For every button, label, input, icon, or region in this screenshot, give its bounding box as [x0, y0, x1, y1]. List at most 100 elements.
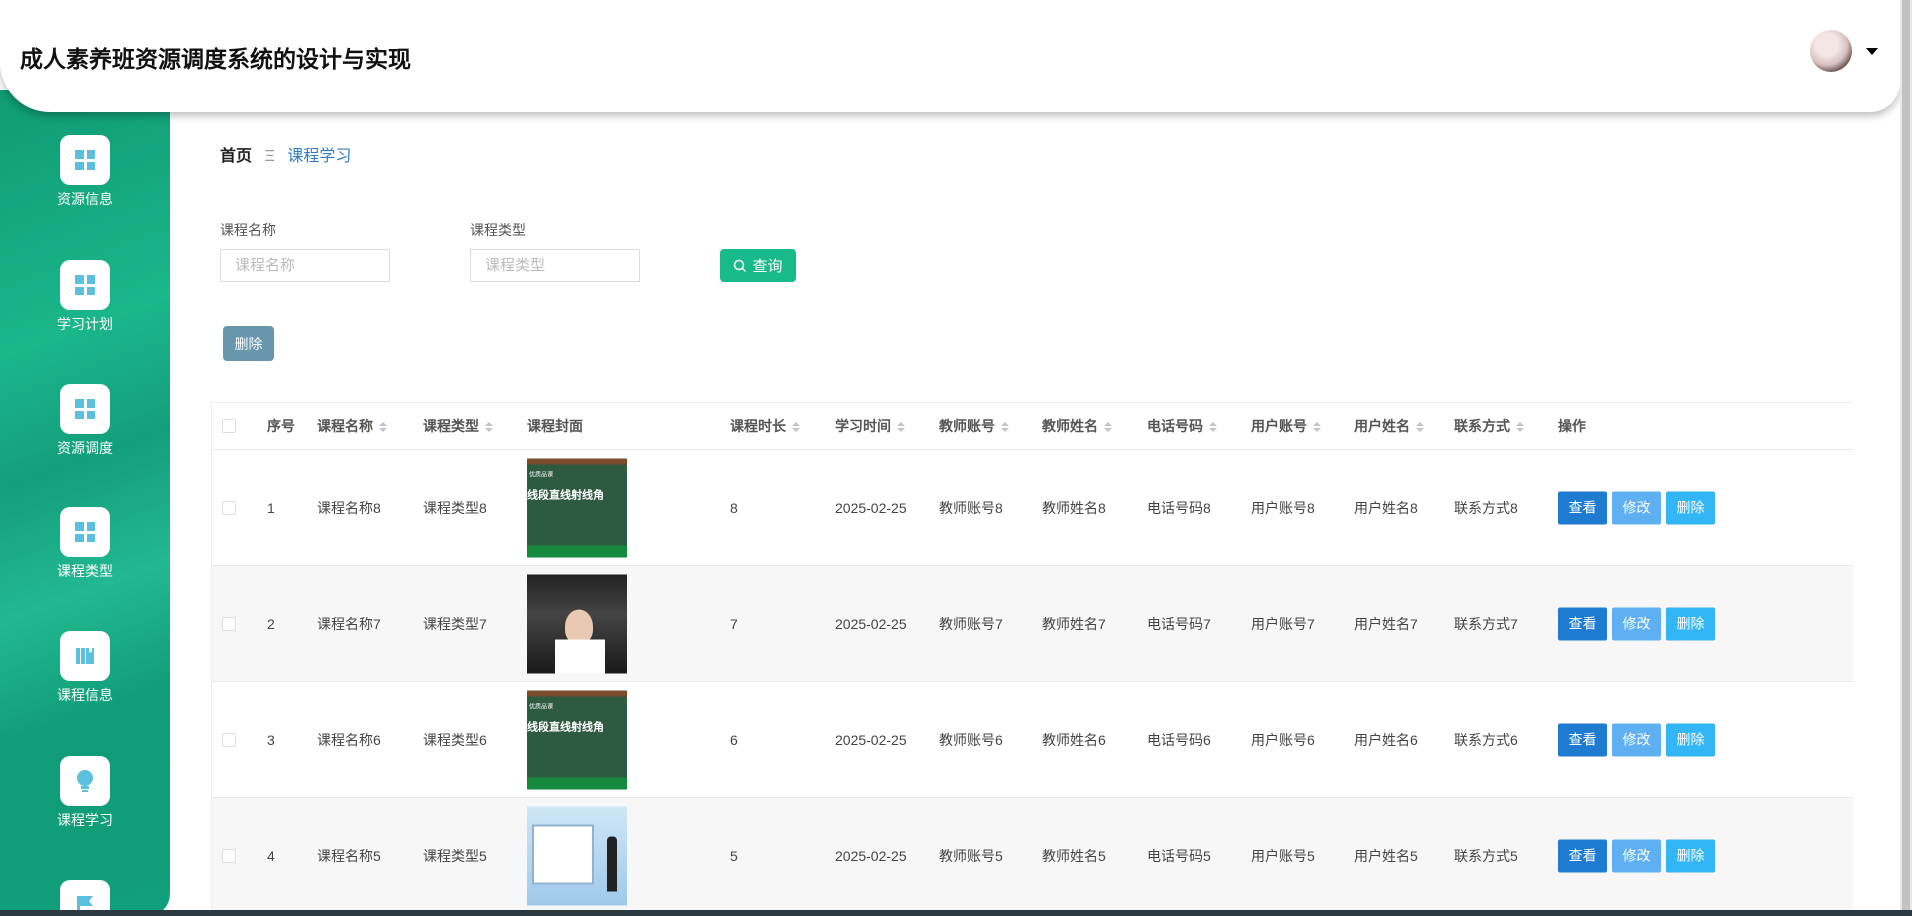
sidebar-item-4[interactable]: 课程信息 — [0, 631, 170, 705]
search-button[interactable]: 查询 — [720, 249, 796, 282]
delete-button[interactable]: 删除 — [1666, 607, 1715, 640]
book-icon — [60, 631, 110, 681]
column-header[interactable]: 课程时长 — [730, 416, 800, 436]
course-name-input[interactable] — [220, 249, 390, 282]
delete-button[interactable]: 删除 — [1666, 491, 1715, 524]
cell-date: 2025-02-25 — [835, 847, 907, 864]
table-row: 3 课程名称6 课程类型6 优质品课 线段直线射线角 6 2025-02-25 教师账号6 教师… — [212, 682, 1853, 798]
cell-user-acc: 用户账号6 — [1251, 731, 1315, 748]
search-icon — [734, 259, 747, 272]
cell-no: 1 — [267, 499, 275, 516]
cell-date: 2025-02-25 — [835, 499, 907, 516]
edit-button[interactable]: 修改 — [1612, 723, 1661, 756]
delete-button[interactable]: 删除 — [1666, 723, 1715, 756]
sidebar-item-2[interactable]: 资源调度 — [0, 384, 170, 458]
sort-icon[interactable] — [1516, 422, 1524, 433]
cell-user-name: 用户姓名5 — [1354, 847, 1418, 864]
cell-user-name: 用户姓名7 — [1354, 615, 1418, 632]
cell-contact: 联系方式8 — [1454, 499, 1518, 516]
row-checkbox[interactable] — [222, 848, 236, 863]
sidebar: 资源信息学习计划资源调度课程类型课程信息课程学习 — [0, 90, 170, 916]
course-name-label: 课程名称 — [220, 222, 276, 238]
cell-contact: 联系方式5 — [1454, 847, 1518, 864]
breadcrumb-current: 课程学习 — [287, 148, 352, 165]
row-checkbox[interactable] — [222, 500, 236, 515]
sidebar-item-label: 资源信息 — [57, 191, 113, 207]
sidebar-item-1[interactable]: 学习计划 — [0, 260, 170, 334]
view-button[interactable]: 查看 — [1558, 723, 1607, 756]
grid-icon — [60, 384, 110, 434]
sidebar-item-label: 学习计划 — [57, 316, 113, 332]
cell-teacher-acc: 教师账号8 — [939, 499, 1003, 516]
column-header[interactable]: 课程名称 — [317, 416, 387, 436]
sort-icon[interactable] — [792, 422, 800, 433]
column-header-label: 教师姓名 — [1042, 418, 1098, 434]
column-header[interactable]: 电话号码 — [1147, 416, 1217, 436]
cell-phone: 电话号码8 — [1147, 499, 1211, 516]
course-cover-image[interactable]: 优质品课 线段直线射线角 — [527, 458, 627, 557]
sidebar-item-5[interactable]: 课程学习 — [0, 756, 170, 830]
sidebar-item-0[interactable]: 资源信息 — [0, 135, 170, 209]
sort-icon[interactable] — [897, 422, 905, 433]
course-table: 序号 课程名称 课程类型 课程封面 课程时长 学习时间 教师账号 教师姓名 电话号码 用户账号 用户… — [211, 402, 1853, 914]
edit-button[interactable]: 修改 — [1612, 607, 1661, 640]
user-avatar[interactable] — [1810, 30, 1852, 72]
cell-duration: 6 — [730, 731, 738, 748]
course-type-input[interactable] — [470, 249, 640, 282]
app-title: 成人素养班资源调度系统的设计与实现 — [20, 46, 411, 72]
scrollbar-thumb[interactable] — [1902, 0, 1910, 916]
cell-duration: 7 — [730, 615, 738, 632]
row-checkbox[interactable] — [222, 732, 236, 747]
cell-name: 课程名称5 — [317, 847, 381, 864]
course-cover-image[interactable] — [527, 806, 627, 905]
table-row: 2 课程名称7 课程类型7 7 2025-02-25 教师账号7 教师姓名7 电话号码7 用户账… — [212, 566, 1853, 682]
sort-icon[interactable] — [1416, 422, 1424, 433]
sort-icon[interactable] — [1001, 422, 1009, 433]
sort-icon[interactable] — [485, 422, 493, 433]
row-checkbox[interactable] — [222, 616, 236, 631]
column-header[interactable]: 用户账号 — [1251, 416, 1321, 436]
course-cover-image[interactable] — [527, 574, 627, 673]
batch-delete-button[interactable]: 删除 — [223, 326, 274, 361]
column-header[interactable]: 课程类型 — [423, 416, 493, 436]
view-button[interactable]: 查看 — [1558, 491, 1607, 524]
cell-no: 4 — [267, 847, 275, 864]
search-button-label: 查询 — [752, 258, 783, 275]
column-header[interactable]: 教师姓名 — [1042, 416, 1112, 436]
breadcrumb-home[interactable]: 首页 — [220, 148, 252, 165]
cell-duration: 5 — [730, 847, 738, 864]
delete-button[interactable]: 删除 — [1666, 839, 1715, 872]
cell-no: 3 — [267, 731, 275, 748]
column-header-label: 课程名称 — [317, 418, 373, 434]
column-header[interactable]: 联系方式 — [1454, 416, 1524, 436]
column-header[interactable]: 用户姓名 — [1354, 416, 1424, 436]
view-button[interactable]: 查看 — [1558, 607, 1607, 640]
view-button[interactable]: 查看 — [1558, 839, 1607, 872]
sort-icon[interactable] — [1313, 422, 1321, 433]
cell-user-name: 用户姓名8 — [1354, 499, 1418, 516]
sort-icon[interactable] — [1104, 422, 1112, 433]
cell-teacher-acc: 教师账号6 — [939, 731, 1003, 748]
edit-button[interactable]: 修改 — [1612, 491, 1661, 524]
top-header: 成人素养班资源调度系统的设计与实现 — [0, 0, 1900, 112]
column-header[interactable]: 学习时间 — [835, 416, 905, 436]
cell-contact: 联系方式7 — [1454, 615, 1518, 632]
column-header-label: 课程时长 — [730, 418, 786, 434]
sidebar-item-3[interactable]: 课程类型 — [0, 507, 170, 581]
edit-button[interactable]: 修改 — [1612, 839, 1661, 872]
cell-phone: 电话号码7 — [1147, 615, 1211, 632]
sort-icon[interactable] — [379, 422, 387, 433]
sort-icon[interactable] — [1209, 422, 1217, 433]
cell-name: 课程名称8 — [317, 499, 381, 516]
sidebar-item-label: 课程类型 — [57, 563, 113, 579]
column-header[interactable]: 教师账号 — [939, 416, 1009, 436]
bulb-icon — [60, 756, 110, 806]
cell-name: 课程名称6 — [317, 731, 381, 748]
caret-down-icon[interactable] — [1866, 48, 1878, 55]
cell-teacher-name: 教师姓名7 — [1042, 615, 1106, 632]
cell-contact: 联系方式6 — [1454, 731, 1518, 748]
column-header: 序号 — [267, 416, 295, 436]
grid-icon — [60, 135, 110, 185]
select-all-checkbox[interactable] — [222, 419, 236, 433]
course-cover-image[interactable]: 优质品课 线段直线射线角 — [527, 690, 627, 789]
